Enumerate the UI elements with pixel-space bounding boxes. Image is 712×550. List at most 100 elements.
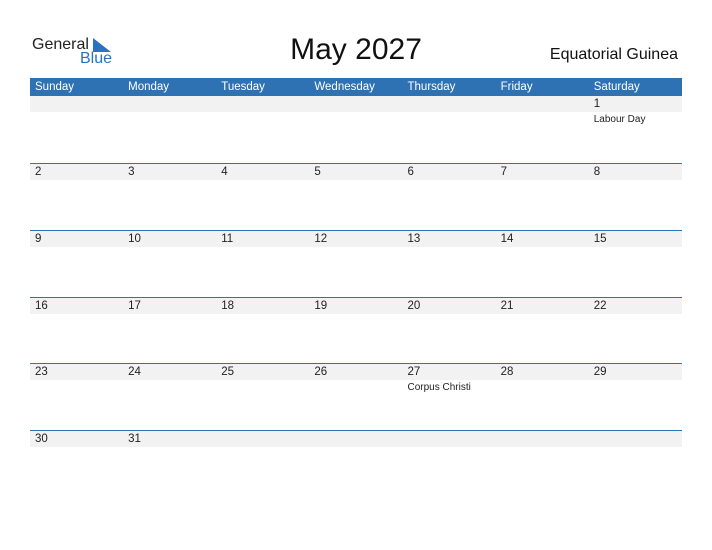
- day-number: 15: [593, 233, 607, 245]
- day-cell: 24: [123, 364, 217, 430]
- date-band: [309, 431, 403, 447]
- day-cell: 25: [216, 364, 310, 430]
- holiday-label: Corpus Christi: [407, 382, 471, 393]
- weekday-monday: Monday: [128, 81, 170, 93]
- date-band: [123, 96, 217, 112]
- day-number: 9: [35, 233, 42, 245]
- day-cell: [309, 96, 403, 163]
- date-band: [30, 231, 124, 247]
- day-cell: 7: [495, 164, 589, 230]
- date-band: [123, 164, 217, 180]
- date-band: [402, 431, 496, 447]
- day-cell: 19: [309, 298, 403, 364]
- day-cell: 20: [402, 298, 496, 364]
- day-number: 17: [128, 300, 141, 312]
- day-cell: [495, 96, 589, 163]
- day-number: 21: [500, 300, 514, 312]
- date-band: [216, 96, 310, 112]
- day-number: 3: [128, 166, 135, 178]
- day-number: 29: [593, 366, 607, 378]
- day-cell: [402, 431, 496, 497]
- day-number: 6: [407, 166, 414, 178]
- day-cell: 6: [402, 164, 496, 230]
- day-cell: 26: [309, 364, 403, 430]
- date-band: [402, 96, 496, 112]
- day-cell: [123, 96, 217, 163]
- weekday-sunday: Sunday: [35, 81, 75, 93]
- date-band: [30, 164, 124, 180]
- day-number: 8: [593, 166, 601, 178]
- day-number: 10: [128, 233, 141, 245]
- day-cell: 28: [495, 364, 589, 430]
- day-number: 18: [221, 300, 235, 312]
- day-cell: 11: [216, 231, 310, 297]
- day-cell: 10: [123, 231, 217, 297]
- day-cell: 9: [30, 231, 124, 297]
- day-cell: 13: [402, 231, 496, 297]
- day-number: 24: [128, 366, 141, 378]
- weekday-thursday: Thursday: [407, 81, 456, 93]
- weekday-header: Sunday Monday Tuesday Wednesday Thursday…: [30, 78, 682, 96]
- day-number: 30: [35, 433, 48, 445]
- day-number: 22: [593, 300, 607, 312]
- week-row: 30 31: [30, 430, 682, 497]
- day-number: 25: [221, 366, 235, 378]
- week-row: 16 17 18 19 20 21 22: [30, 297, 682, 364]
- day-cell: 1 Labour Day: [588, 96, 682, 163]
- weekday-tuesday: Tuesday: [221, 81, 265, 93]
- day-number: 23: [35, 366, 48, 378]
- date-band: [216, 431, 310, 447]
- date-band: [495, 96, 589, 112]
- day-number: 13: [407, 233, 421, 245]
- day-cell: 22: [588, 298, 682, 364]
- day-number: 2: [35, 166, 42, 178]
- date-band: [309, 96, 403, 112]
- date-band: [588, 164, 682, 180]
- weekday-friday: Friday: [500, 81, 533, 93]
- day-number: 4: [221, 166, 228, 178]
- day-cell: [309, 431, 403, 497]
- day-cell: [402, 96, 496, 163]
- date-band: [495, 431, 589, 447]
- week-row: 1 Labour Day: [30, 96, 682, 163]
- day-cell: [495, 431, 589, 497]
- day-number: 14: [500, 233, 514, 245]
- day-cell: 14: [495, 231, 589, 297]
- day-cell: 4: [216, 164, 310, 230]
- day-cell: 21: [495, 298, 589, 364]
- day-cell: [588, 431, 682, 497]
- date-band: [30, 96, 124, 112]
- date-band: [216, 164, 310, 180]
- date-band: [588, 96, 682, 112]
- weekday-saturday: Saturday: [593, 81, 640, 93]
- day-cell: 23: [30, 364, 124, 430]
- day-number: 26: [314, 366, 328, 378]
- day-number: 12: [314, 233, 328, 245]
- day-number: 7: [500, 166, 508, 178]
- day-cell: 17: [123, 298, 217, 364]
- day-number: 11: [221, 233, 234, 245]
- day-cell: 5: [309, 164, 403, 230]
- day-number: 5: [314, 166, 321, 178]
- day-cell: 27 Corpus Christi: [402, 364, 496, 430]
- day-cell: 31: [123, 431, 217, 497]
- day-cell: 29: [588, 364, 682, 430]
- day-number: 27: [407, 366, 421, 378]
- day-number: 16: [35, 300, 48, 312]
- day-number: 31: [128, 433, 141, 445]
- day-cell: 15: [588, 231, 682, 297]
- day-cell: 8: [588, 164, 682, 230]
- date-band: [588, 431, 682, 447]
- day-number: 1: [593, 98, 601, 110]
- week-row: 9 10 11 12 13 14 15: [30, 230, 682, 297]
- day-cell: [30, 96, 124, 163]
- date-band: [495, 164, 589, 180]
- day-cell: 2: [30, 164, 124, 230]
- day-cell: 12: [309, 231, 403, 297]
- week-row: 23 24 25 26 27 Corpus Christi 28 29: [30, 363, 682, 430]
- country-name: Equatorial Guinea: [549, 46, 678, 63]
- day-cell: 30: [30, 431, 124, 497]
- week-row: 2 3 4 5 6 7 8: [30, 163, 682, 230]
- day-cell: 18: [216, 298, 310, 364]
- day-number: 19: [314, 300, 328, 312]
